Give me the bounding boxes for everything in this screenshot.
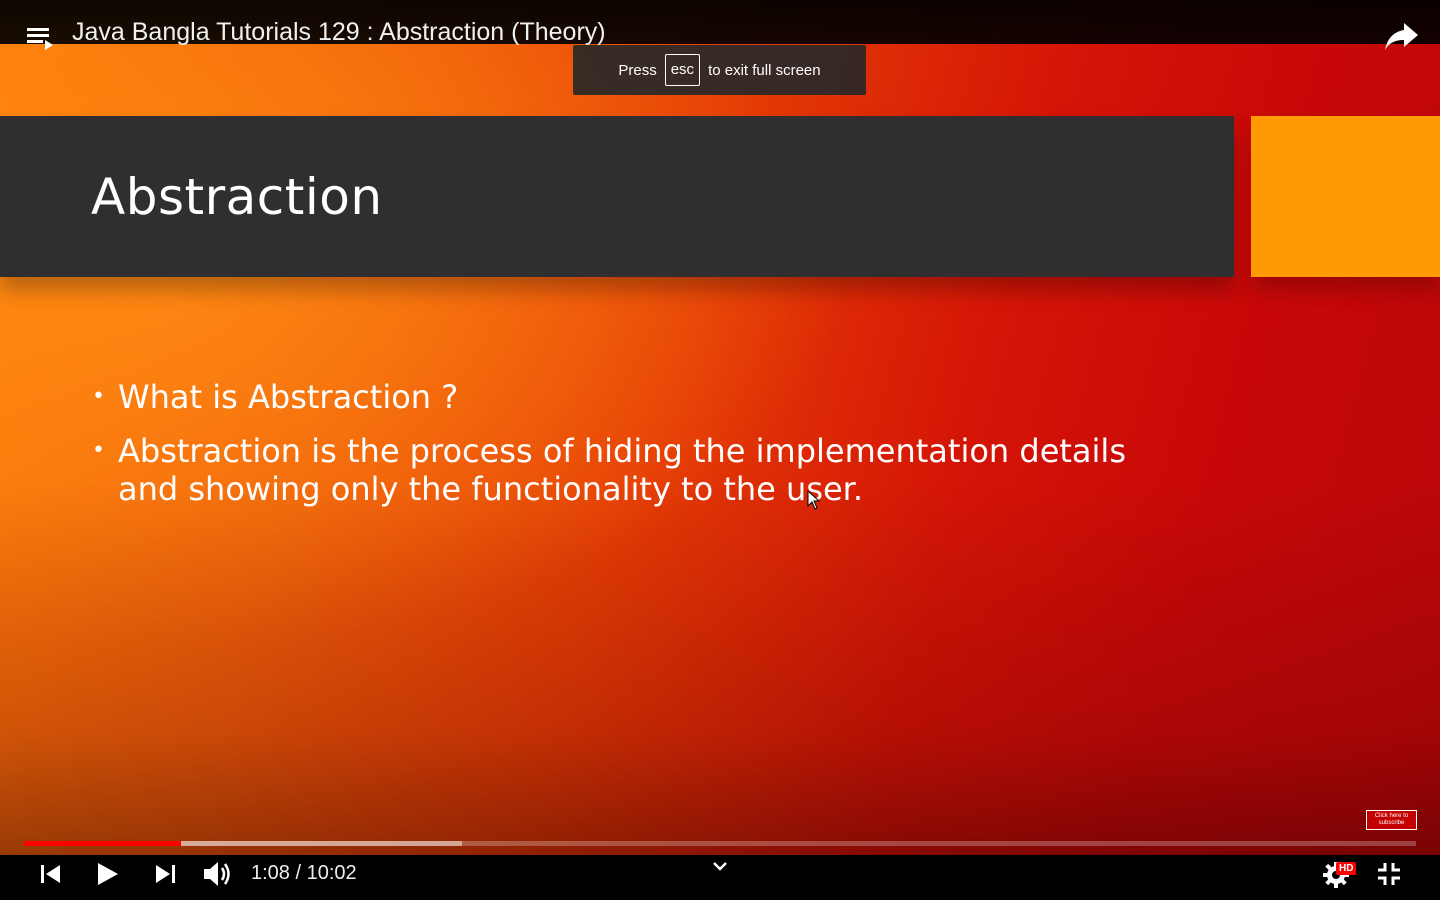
progress-played <box>24 841 182 846</box>
exit-fullscreen-icon[interactable] <box>1376 861 1402 887</box>
video-frame[interactable]: Abstraction • What is Abstraction ? • Ab… <box>0 0 1440 900</box>
hd-badge: HD <box>1336 862 1357 875</box>
slide-title: Abstraction <box>91 168 383 226</box>
fullscreen-toast: Press esc to exit full screen <box>573 45 866 95</box>
play-icon[interactable] <box>95 861 121 887</box>
progress-bar[interactable] <box>24 841 1416 846</box>
chevron-down-icon[interactable] <box>709 858 731 874</box>
player-top-bar: Java Bangla Tutorials 129 : Abstraction … <box>0 0 1440 50</box>
volume-icon[interactable] <box>202 859 234 889</box>
mouse-cursor-icon <box>807 490 821 510</box>
bullet-marker: • <box>92 384 105 409</box>
slide-bullet: • Abstraction is the process of hiding t… <box>92 432 1192 508</box>
player-controls: 1:08 / 10:02 HD <box>0 855 1440 900</box>
playlist-icon[interactable] <box>26 24 56 52</box>
skip-previous-icon[interactable] <box>38 863 64 885</box>
subscribe-watermark[interactable]: Click here to subscribe <box>1366 810 1417 830</box>
toast-suffix: to exit full screen <box>708 61 821 79</box>
slide-title-bar: Abstraction <box>0 116 1234 277</box>
toast-prefix: Press <box>618 61 657 79</box>
bullet-text: What is Abstraction ? <box>118 378 459 416</box>
slide-bullet-list: • What is Abstraction ? • Abstraction is… <box>92 378 1192 524</box>
bullet-marker: • <box>92 438 105 463</box>
skip-next-icon[interactable] <box>153 863 179 885</box>
share-icon[interactable] <box>1384 20 1420 52</box>
slide-bullet: • What is Abstraction ? <box>92 378 1192 416</box>
slide-accent-box <box>1251 116 1440 277</box>
watermark-line: Click here to <box>1374 813 1409 819</box>
time-display: 1:08 / 10:02 <box>251 862 357 884</box>
bullet-text: Abstraction is the process of hiding the… <box>118 432 1126 508</box>
esc-key-badge: esc <box>664 54 701 86</box>
watermark-line: subscribe <box>1378 820 1405 826</box>
video-title[interactable]: Java Bangla Tutorials 129 : Abstraction … <box>72 18 606 47</box>
